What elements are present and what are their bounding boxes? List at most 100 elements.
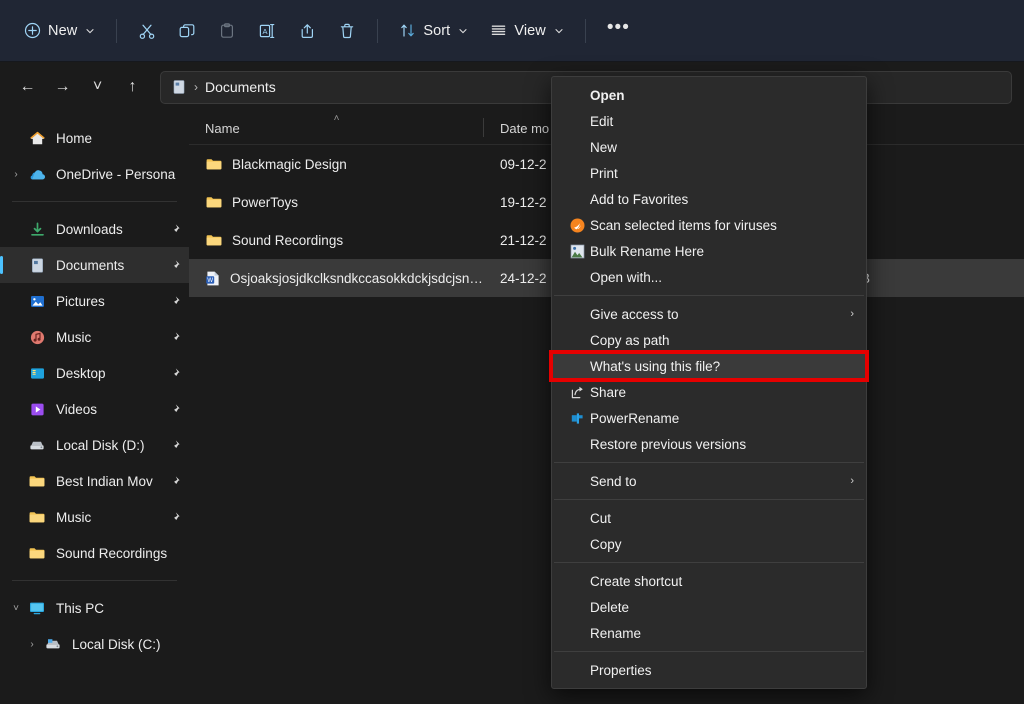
toolbar-divider-2 (377, 19, 378, 43)
paste-button[interactable] (208, 14, 246, 48)
chevron-down-icon (554, 26, 564, 36)
context-menu-item-powerrename[interactable]: PowerRename (552, 405, 866, 431)
plus-circle-icon (24, 22, 41, 39)
context-menu-item-scan-for-viruses[interactable]: Scan selected items for viruses (552, 212, 866, 238)
more-options-button[interactable]: ••• (597, 14, 640, 48)
context-menu-separator (554, 562, 864, 563)
navigation-pane: Home › OneDrive - Persona (0, 112, 189, 704)
folder-icon (26, 545, 48, 561)
pin-icon[interactable] (168, 403, 181, 416)
sidebar-item-best-indian-mov[interactable]: Best Indian Mov (0, 463, 189, 499)
sidebar-label: Local Disk (D:) (56, 438, 164, 453)
breadcrumb-separator: › (194, 80, 198, 94)
sort-button[interactable]: Sort (389, 14, 478, 48)
sidebar-item-desktop[interactable]: Desktop (0, 355, 189, 391)
documents-folder-icon (171, 79, 187, 95)
pin-icon[interactable] (168, 295, 181, 308)
context-menu-item-copy[interactable]: Copy (552, 531, 866, 557)
context-menu-item-rename[interactable]: Rename (552, 620, 866, 646)
file-name-cell: Sound Recordings (189, 232, 484, 248)
recent-locations-button[interactable]: ˅ (82, 72, 113, 103)
pin-icon[interactable] (168, 223, 181, 236)
breadcrumb-documents[interactable]: Documents (205, 79, 276, 95)
chevron-down-icon (458, 26, 468, 36)
thispc-icon (26, 600, 48, 616)
sidebar-label: Downloads (56, 222, 164, 237)
folder-icon (26, 509, 48, 525)
context-menu-item-create-shortcut[interactable]: Create shortcut (552, 568, 866, 594)
view-list-icon (490, 22, 507, 39)
sidebar-item-this-pc[interactable]: ˅ This PC (0, 590, 189, 626)
file-name-cell: W Osjoaksjosjdkclksndkccasokkdckjsdcjsnd… (189, 270, 484, 287)
sidebar-item-home[interactable]: Home (0, 120, 189, 156)
sidebar-item-downloads[interactable]: Downloads (0, 211, 189, 247)
pin-icon[interactable] (168, 367, 181, 380)
up-button[interactable]: ↑ (117, 72, 148, 103)
sidebar-label: Music (56, 510, 164, 525)
context-menu-item-print[interactable]: Print (552, 160, 866, 186)
drive-c-icon (42, 636, 64, 653)
sidebar-item-onedrive[interactable]: › OneDrive - Persona (0, 156, 189, 192)
context-menu-item-add-to-favorites[interactable]: Add to Favorites (552, 186, 866, 212)
sidebar-label: OneDrive - Persona (56, 167, 181, 182)
context-menu-separator (554, 462, 864, 463)
context-menu-item-copy-as-path[interactable]: Copy as path (552, 327, 866, 353)
context-menu-item-restore-previous-versions[interactable]: Restore previous versions (552, 431, 866, 457)
new-button[interactable]: New (14, 14, 105, 48)
delete-button[interactable] (328, 14, 366, 48)
sidebar-item-local-disk-d[interactable]: Local Disk (D:) (0, 427, 189, 463)
context-menu-separator (554, 295, 864, 296)
context-menu-item-delete[interactable]: Delete (552, 594, 866, 620)
context-menu-item-whats-using-this-file[interactable]: What's using this file? (552, 353, 866, 379)
chevron-down-icon[interactable]: ˅ (6, 603, 26, 614)
context-menu-item-open-with[interactable]: Open with... (552, 264, 866, 290)
sidebar-item-music[interactable]: Music (0, 319, 189, 355)
pin-icon[interactable] (168, 259, 181, 272)
pin-icon[interactable] (168, 475, 181, 488)
column-header-name[interactable]: ˄ Name (189, 112, 484, 144)
chevron-right-icon: › (850, 475, 854, 487)
menu-item-label: Delete (590, 600, 629, 615)
context-menu-item-properties[interactable]: Properties (552, 657, 866, 683)
svg-text:W: W (207, 276, 213, 283)
address-bar: ← → ˅ ↑ › Documents (0, 62, 1024, 112)
context-menu-separator (554, 499, 864, 500)
sidebar-item-music-folder[interactable]: Music (0, 499, 189, 535)
context-menu-item-send-to[interactable]: Send to › (552, 468, 866, 494)
menu-item-label: Bulk Rename Here (590, 244, 704, 259)
context-menu-item-new[interactable]: New (552, 134, 866, 160)
context-menu-item-bulk-rename-here[interactable]: Bulk Rename Here (552, 238, 866, 264)
music-icon (26, 329, 48, 346)
toolbar-divider-1 (116, 19, 117, 43)
share-button[interactable] (288, 14, 326, 48)
copy-button[interactable] (168, 14, 206, 48)
sidebar-item-local-disk-c[interactable]: › Local Disk (C:) (0, 626, 189, 662)
chevron-right-icon[interactable]: › (22, 639, 42, 650)
sidebar-item-documents[interactable]: Documents (0, 247, 189, 283)
menu-item-label: Cut (590, 511, 611, 526)
context-menu-item-cut[interactable]: Cut (552, 505, 866, 531)
pictures-icon (26, 293, 48, 310)
view-button[interactable]: View (480, 14, 574, 48)
sidebar-item-pictures[interactable]: Pictures (0, 283, 189, 319)
context-menu-item-give-access-to[interactable]: Give access to › (552, 301, 866, 327)
cut-button[interactable] (128, 14, 166, 48)
back-button[interactable]: ← (12, 72, 43, 103)
onedrive-icon (26, 166, 48, 183)
context-menu-item-open[interactable]: Open (552, 82, 866, 108)
pin-icon[interactable] (168, 439, 181, 452)
context-menu-item-edit[interactable]: Edit (552, 108, 866, 134)
file-name: Blackmagic Design (232, 157, 347, 172)
rename-button[interactable]: A (248, 14, 286, 48)
sidebar-item-sound-recordings[interactable]: Sound Recordings (0, 535, 189, 571)
powerrename-icon (564, 411, 590, 426)
context-menu-separator (554, 651, 864, 652)
pin-icon[interactable] (168, 331, 181, 344)
sidebar-item-videos[interactable]: Videos (0, 391, 189, 427)
forward-button[interactable]: → (47, 72, 78, 103)
context-menu-item-share[interactable]: Share (552, 379, 866, 405)
pin-icon[interactable] (168, 511, 181, 524)
chevron-right-icon[interactable]: › (6, 169, 26, 180)
sort-icon (399, 22, 416, 39)
sidebar-label: Sound Recordings (56, 546, 181, 561)
